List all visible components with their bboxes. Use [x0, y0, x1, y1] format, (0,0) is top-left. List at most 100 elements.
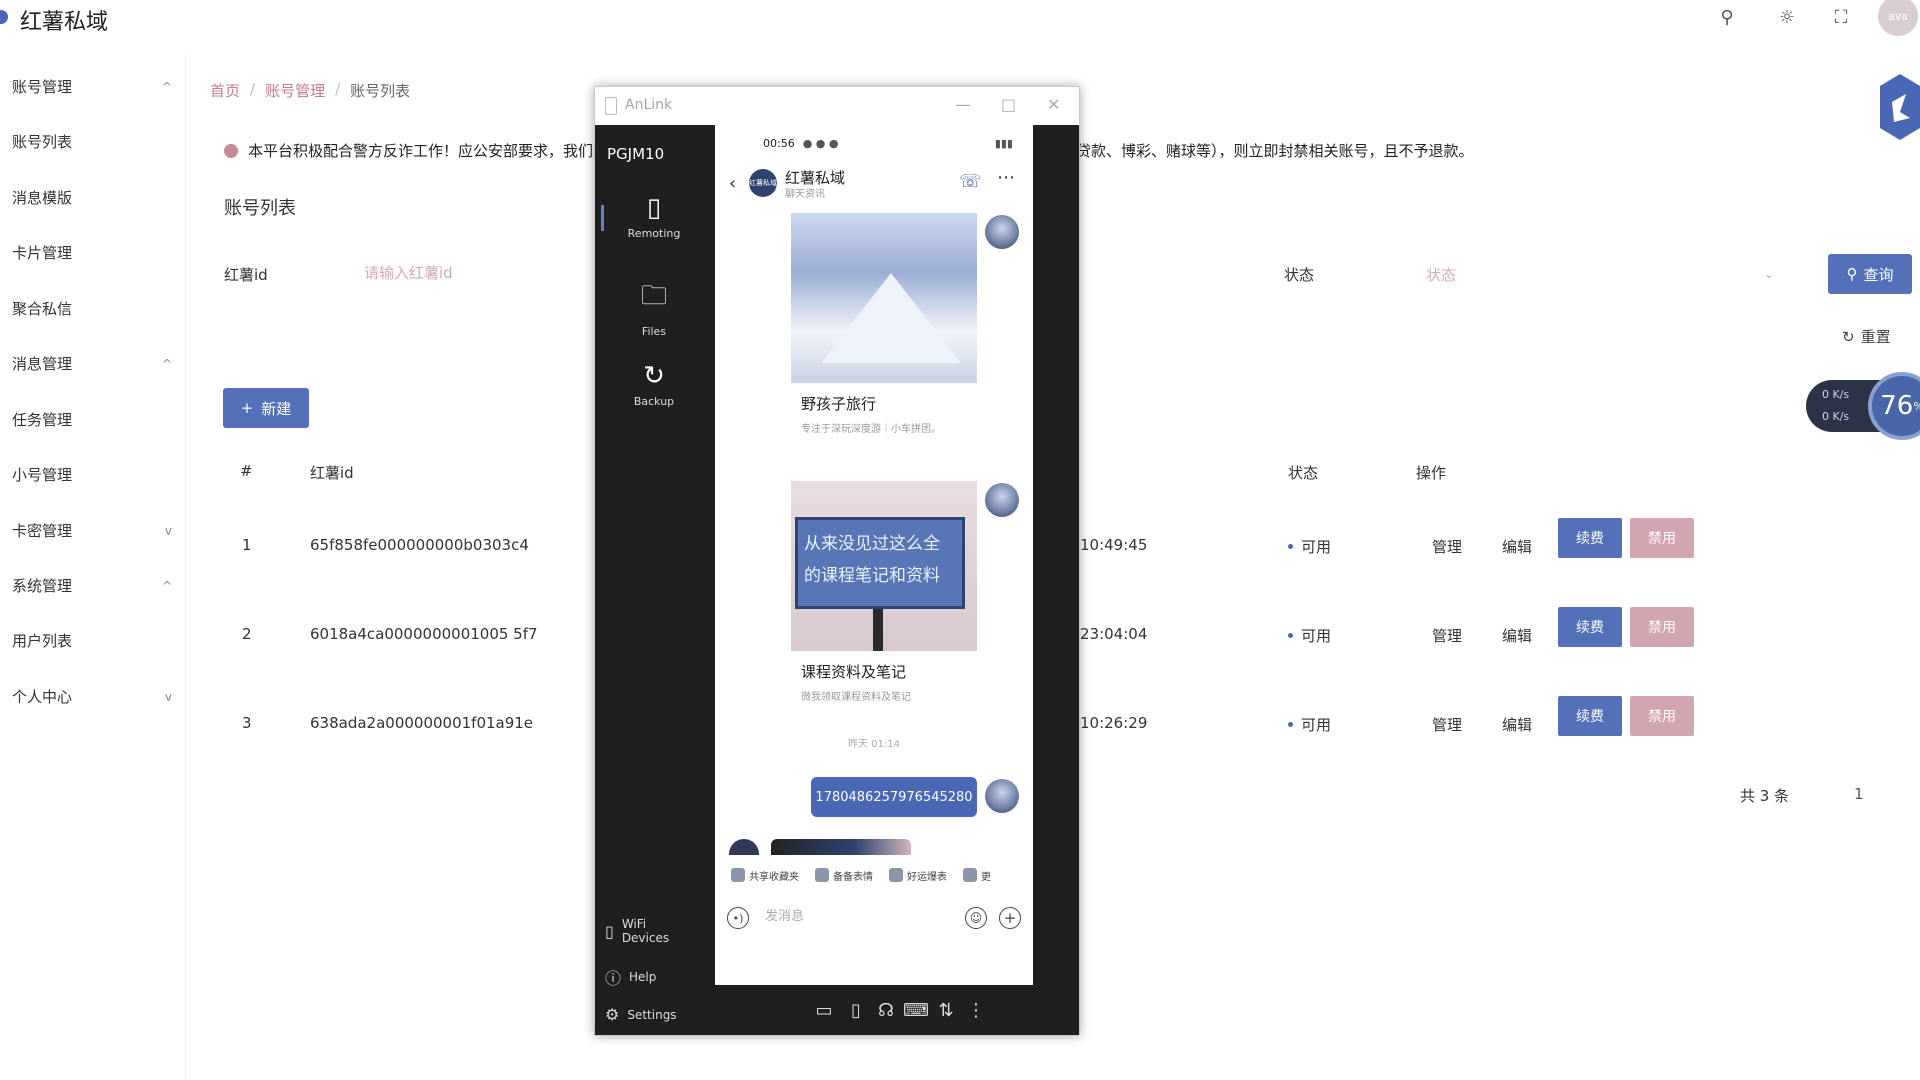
- manage-link[interactable]: 管理: [1432, 536, 1462, 557]
- sidebar-item-system-management[interactable]: 系统管理 ^: [12, 575, 172, 596]
- more-icon[interactable]: ⋯: [997, 167, 1015, 188]
- row-status: 可用: [1288, 625, 1331, 646]
- quick-action[interactable]: 更: [963, 868, 991, 883]
- card-title: 课程资料及笔记: [801, 663, 907, 681]
- status-icons: ● ● ●: [802, 136, 839, 150]
- sidebar-item-label: 消息管理: [12, 355, 73, 373]
- sticker-icon: [815, 868, 829, 882]
- refresh-icon: ↻: [1842, 327, 1855, 346]
- message-input-row: •) ☺ +: [715, 899, 1033, 939]
- edit-link[interactable]: 编辑: [1502, 536, 1532, 557]
- phone-status-bar: 00:56 ● ● ● ▮▮▮: [715, 125, 1033, 161]
- theme-sun-icon[interactable]: ☼: [1776, 6, 1798, 28]
- id-filter-input[interactable]: [364, 254, 544, 292]
- message-bubble[interactable]: 1780486257976545280: [811, 777, 977, 817]
- phone-rotate-icon[interactable]: ▯: [843, 997, 869, 1023]
- status-dot-icon: [1288, 722, 1293, 727]
- sender-avatar[interactable]: [985, 483, 1019, 517]
- quick-action[interactable]: 好运爆表: [889, 868, 947, 883]
- status-select[interactable]: 状态 ⌄: [1420, 258, 1780, 290]
- chat-avatar[interactable]: 红薯私域: [749, 169, 777, 197]
- chevron-down-icon: v: [164, 523, 172, 538]
- message-input[interactable]: [765, 909, 925, 924]
- status-text: 可用: [1301, 538, 1332, 556]
- new-button[interactable]: + 新建: [223, 388, 309, 428]
- id-filter-label: 红薯id: [224, 266, 268, 284]
- edit-link[interactable]: 编辑: [1502, 625, 1532, 646]
- nav-files[interactable]: 🗀 Files: [605, 277, 703, 338]
- sender-avatar[interactable]: [985, 779, 1019, 813]
- sidebar-item-card-management[interactable]: 卡片管理: [12, 242, 172, 263]
- chevron-up-icon: ^: [161, 79, 172, 94]
- screen-icon[interactable]: ▭: [811, 997, 837, 1023]
- sidebar-item-task-management[interactable]: 任务管理: [12, 409, 172, 430]
- nav-wifi-devices-label: WiFi Devices: [621, 917, 670, 945]
- disable-button[interactable]: 禁用: [1630, 607, 1694, 647]
- quick-action-label: 共享收藏夹: [749, 871, 799, 883]
- manage-link[interactable]: 管理: [1432, 625, 1462, 646]
- manage-link[interactable]: 管理: [1432, 714, 1462, 735]
- sender-avatar[interactable]: [985, 215, 1019, 249]
- quick-action[interactable]: 备备表情: [815, 868, 873, 883]
- minimize-button[interactable]: —: [955, 95, 971, 114]
- status-filter-label: 状态: [1284, 266, 1315, 284]
- sidebar-item-account-management[interactable]: 账号管理 ^: [12, 76, 172, 97]
- sidebar-item-personal-center[interactable]: 个人中心 v: [12, 686, 172, 707]
- breadcrumb-account-management[interactable]: 账号管理: [265, 80, 325, 101]
- quick-action[interactable]: 共享收藏夹: [731, 868, 799, 883]
- row-index: 2: [242, 625, 252, 643]
- back-icon[interactable]: ‹: [729, 173, 736, 194]
- sidebar-item-account-list[interactable]: 账号列表: [12, 131, 172, 152]
- sidebar-item-aggregate-dm[interactable]: 聚合私信: [12, 298, 172, 319]
- quick-action-label: 更: [981, 871, 991, 883]
- nav-backup[interactable]: ↻ Backup: [605, 361, 703, 408]
- breadcrumb-separator: /: [335, 80, 341, 98]
- row-status: 可用: [1288, 536, 1331, 557]
- nav-settings[interactable]: ⚙ Settings: [605, 1005, 677, 1024]
- sidebar-item-label: 个人中心: [12, 688, 73, 706]
- emoji-icon[interactable]: ☺: [965, 907, 987, 929]
- renew-button[interactable]: 续费: [1558, 518, 1622, 558]
- sidebar-item-message-template[interactable]: 消息模版: [12, 187, 172, 208]
- sidebar-item-label: 卡片管理: [12, 244, 73, 262]
- phone-call-icon[interactable]: ☏: [959, 171, 982, 192]
- phone-screen[interactable]: 00:56 ● ● ● ▮▮▮ ‹ 红薯私域 红薯私域 聊天资讯 ☏ ⋯ 野孩子…: [715, 125, 1033, 985]
- shared-card-travel[interactable]: 野孩子旅行 专注于深玩深度游｜小车拼团。: [791, 213, 977, 435]
- folder-icon: 🗀: [640, 281, 667, 311]
- edit-link[interactable]: 编辑: [1502, 714, 1532, 735]
- sidebar-item-label: 消息模版: [12, 189, 73, 207]
- add-attachment-icon[interactable]: +: [999, 907, 1021, 929]
- nav-help[interactable]: ⓘ Help: [605, 965, 656, 989]
- search-icon[interactable]: ⚲: [1716, 6, 1738, 28]
- pagination-page-1[interactable]: 1: [1854, 785, 1864, 803]
- more-vertical-icon[interactable]: ⋮: [963, 997, 989, 1023]
- close-button[interactable]: ✕: [1047, 95, 1060, 114]
- fullscreen-icon[interactable]: ⛶: [1830, 6, 1852, 28]
- sign-pole: [873, 609, 883, 651]
- sidebar-item-label: 任务管理: [12, 411, 73, 429]
- chevron-down-icon: v: [164, 689, 172, 704]
- nav-remoting[interactable]: ▯ Remoting: [605, 193, 703, 240]
- query-button[interactable]: ⚲ 查询: [1828, 254, 1912, 294]
- keyboard-icon[interactable]: ⌨: [903, 997, 929, 1023]
- sidebar-item-card-key-management[interactable]: 卡密管理 v: [12, 520, 172, 541]
- headphone-icon[interactable]: ☊: [873, 997, 899, 1023]
- voice-icon[interactable]: •): [727, 907, 749, 929]
- renew-button[interactable]: 续费: [1558, 607, 1622, 647]
- disable-button[interactable]: 禁用: [1630, 518, 1694, 558]
- breadcrumb-home[interactable]: 首页: [210, 80, 240, 101]
- anlink-titlebar[interactable]: AnLink — □ ✕: [595, 87, 1079, 125]
- transfer-icon[interactable]: ⇅: [933, 997, 959, 1023]
- nav-wifi-devices[interactable]: ▯ WiFi Devices: [605, 917, 705, 945]
- row-status: 可用: [1288, 714, 1331, 735]
- sidebar-item-message-management[interactable]: 消息管理 ^: [12, 353, 172, 374]
- quick-action-label: 备备表情: [833, 871, 873, 883]
- sidebar-item-subaccount-management[interactable]: 小号管理: [12, 464, 172, 485]
- renew-button[interactable]: 续费: [1558, 696, 1622, 736]
- user-avatar[interactable]: ava: [1878, 0, 1918, 36]
- sidebar-item-user-list[interactable]: 用户列表: [12, 630, 172, 651]
- maximize-button[interactable]: □: [1001, 95, 1016, 114]
- shared-card-course-notes[interactable]: 从来没见过这么全的课程笔记和资料 课程资料及笔记 微我领取课程资料及笔记: [791, 481, 977, 703]
- reset-button[interactable]: ↻ 重置: [1842, 326, 1891, 347]
- disable-button[interactable]: 禁用: [1630, 696, 1694, 736]
